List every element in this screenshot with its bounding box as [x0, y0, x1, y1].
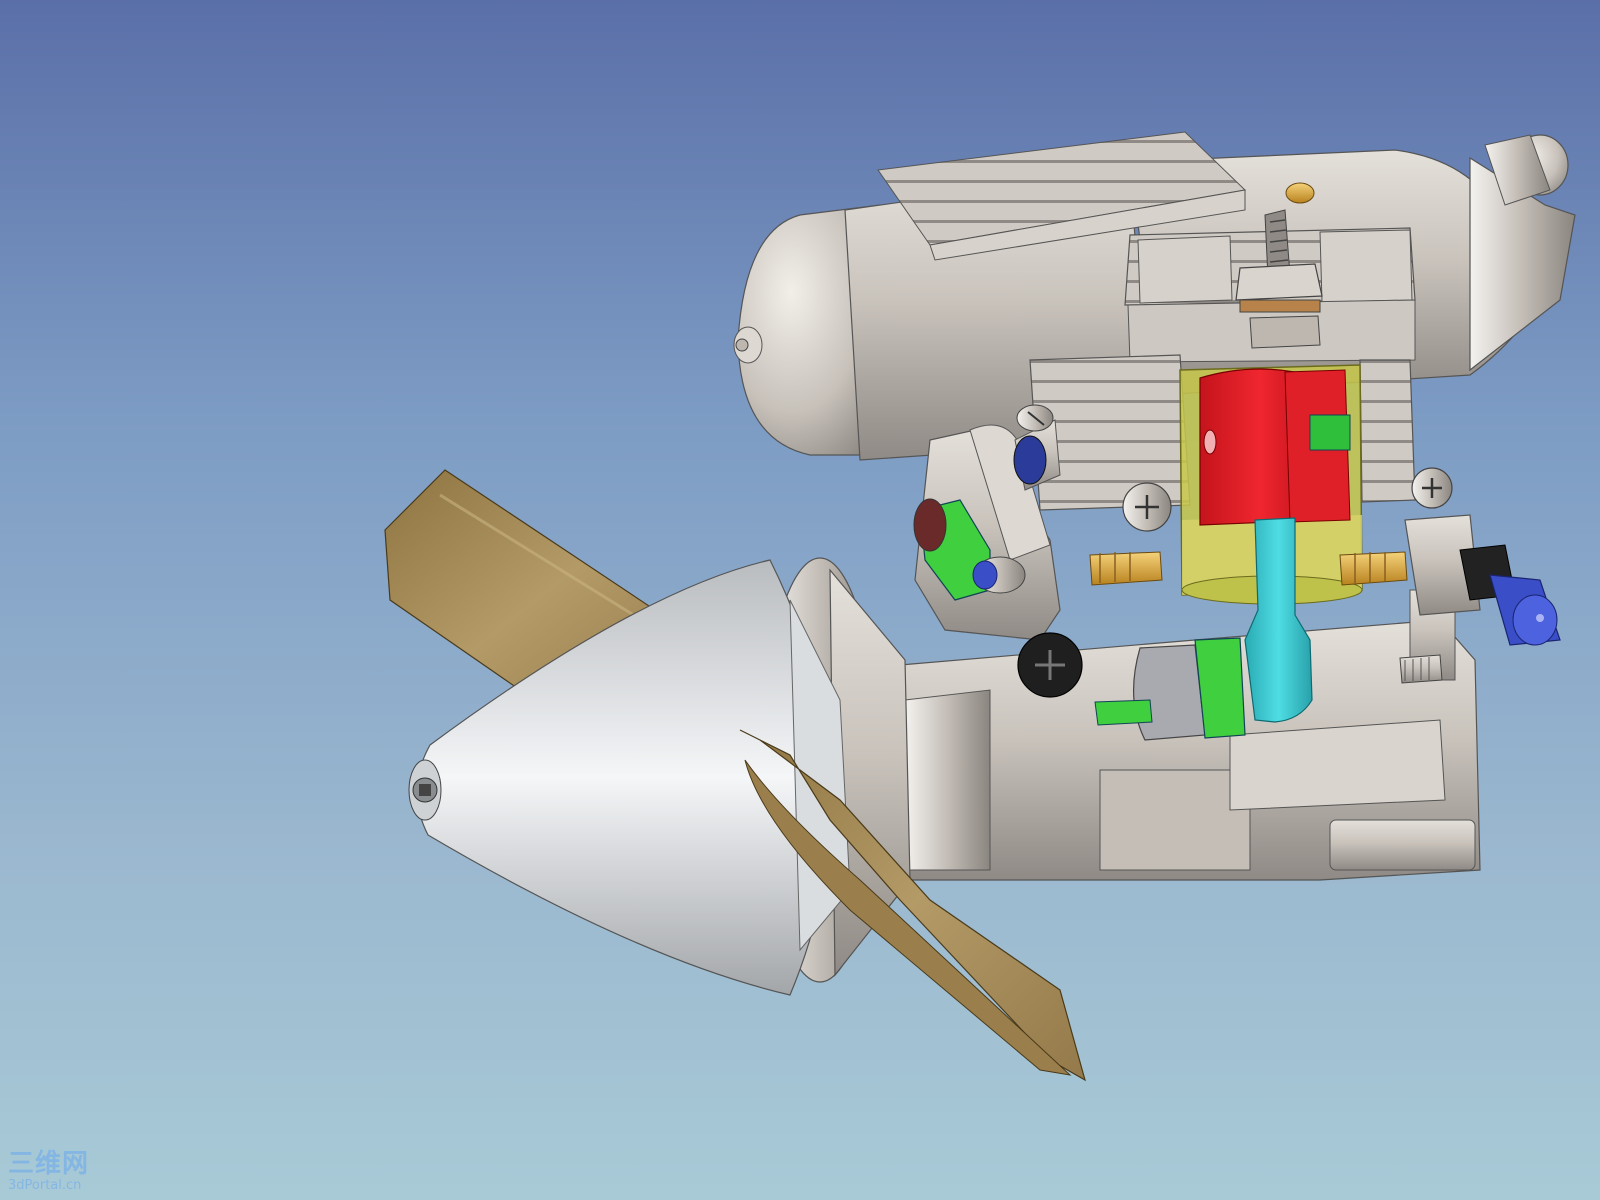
fuel-nipple-right[interactable]	[1339, 551, 1408, 586]
watermark: 三维网 3dPortal.cn	[8, 1151, 89, 1192]
watermark-logo-text: 三维网	[8, 1149, 90, 1179]
fuel-nipple-left[interactable]	[1089, 551, 1163, 586]
screw-2[interactable]	[1411, 467, 1453, 509]
piston[interactable]	[1199, 368, 1351, 526]
screw-1[interactable]	[1122, 482, 1172, 532]
watermark-url: 3dPortal.cn	[8, 1178, 82, 1193]
screw-4[interactable]	[1399, 654, 1443, 684]
carburetor[interactable]	[913, 404, 1061, 641]
screw-3[interactable]	[1017, 632, 1083, 698]
cad-viewport[interactable]	[0, 0, 1600, 1200]
